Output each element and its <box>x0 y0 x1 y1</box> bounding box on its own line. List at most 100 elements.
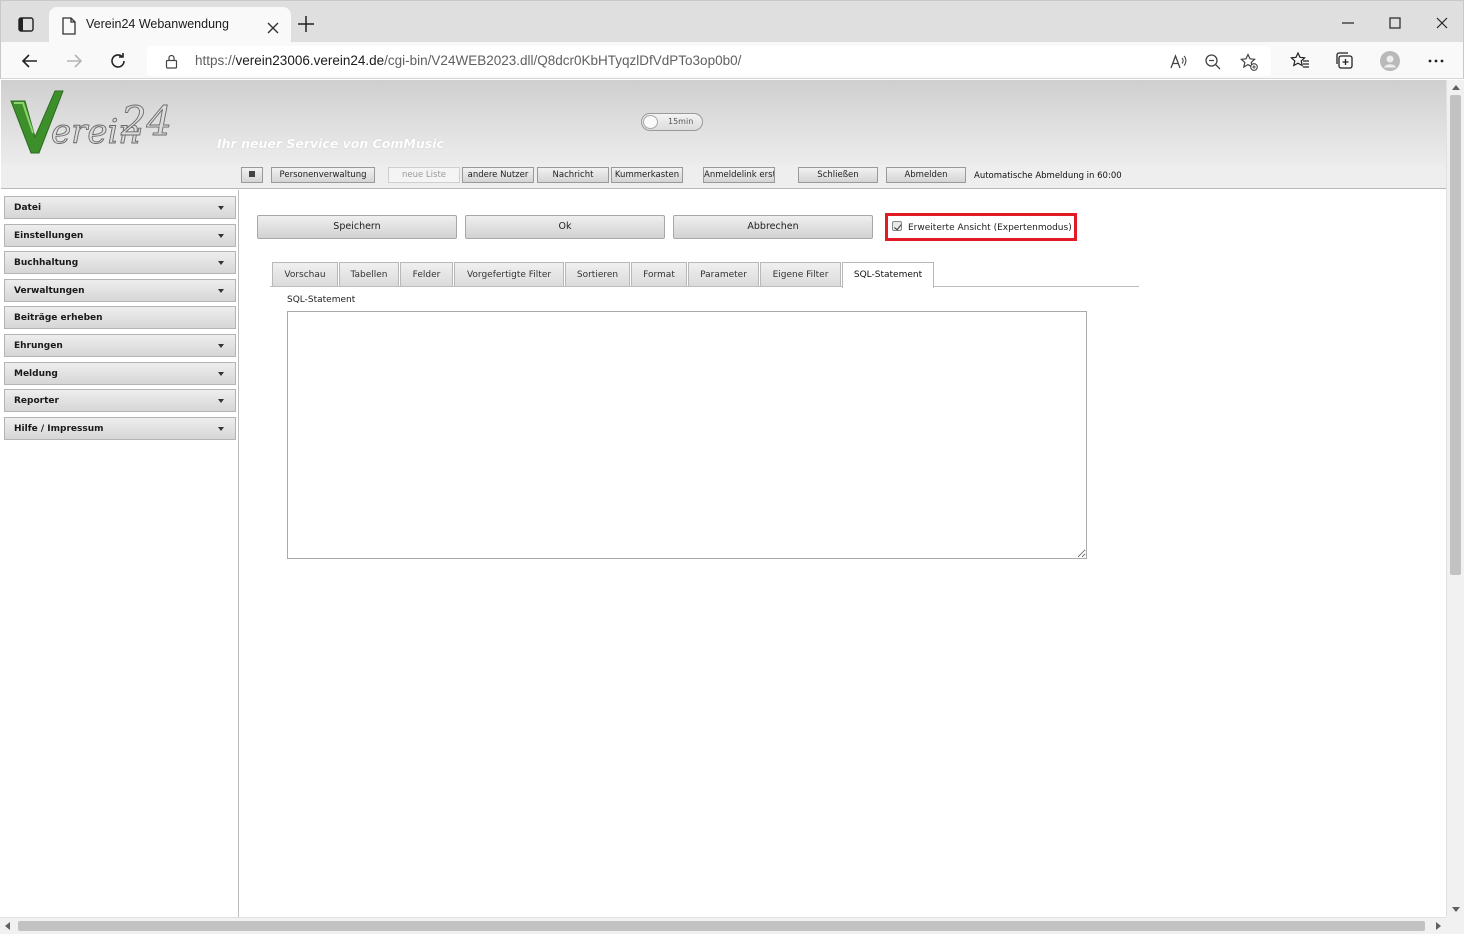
sidebar-item-label: Verwaltungen <box>14 286 85 296</box>
url-text: https://verein23006.verein24.de/cgi-bin/… <box>195 53 741 68</box>
tab-format[interactable]: Format <box>631 262 687 287</box>
sidebar-item-ehrungen[interactable]: Ehrungen <box>4 334 236 357</box>
minimize-icon[interactable] <box>1341 15 1355 29</box>
url-host: verein23006.verein24.de <box>235 53 385 68</box>
sidebar-item-verwaltungen[interactable]: Verwaltungen <box>4 279 236 302</box>
close-tab-icon[interactable] <box>267 19 279 34</box>
sidebar-item-einstellungen[interactable]: Einstellungen <box>4 224 236 247</box>
profile-avatar-icon[interactable] <box>1380 51 1400 71</box>
sidebar-item-hilfe-impressum[interactable]: Hilfe / Impressum <box>4 417 236 440</box>
timer-label: 15min <box>668 117 694 126</box>
sql-statement-input[interactable] <box>287 311 1087 559</box>
sidebar-item-label: Datei <box>14 203 42 213</box>
tab-sortieren[interactable]: Sortieren <box>565 262 630 287</box>
tab-felder[interactable]: Felder <box>400 262 453 287</box>
anmeldelink-button[interactable]: Anmeldelink erst <box>703 167 775 183</box>
url-path: /cgi-bin/V24WEB2023.dll/Q8dcr0KbHTyqzlDf… <box>384 53 742 68</box>
scroll-down-icon[interactable] <box>1452 907 1460 912</box>
close-window-icon[interactable] <box>1435 15 1449 29</box>
address-bar: https://verein23006.verein24.de/cgi-bin/… <box>0 42 1464 79</box>
square-icon <box>249 170 255 177</box>
horizontal-scrollbar[interactable] <box>0 917 1446 934</box>
caret-down-icon <box>218 206 224 210</box>
sidebar-item-label: Ehrungen <box>14 341 63 351</box>
speichern-button[interactable]: Speichern <box>257 215 457 239</box>
horizontal-scroll-thumb[interactable] <box>18 921 1425 931</box>
abmelden-button[interactable]: Abmelden <box>886 167 966 183</box>
more-menu-icon[interactable] <box>1426 51 1446 71</box>
sidebar-item-label: Beiträge erheben <box>14 313 103 323</box>
tab-parameter[interactable]: Parameter <box>688 262 759 287</box>
lock-icon[interactable] <box>165 54 178 69</box>
maximize-icon[interactable] <box>1388 15 1402 29</box>
sidebar-item-label: Reporter <box>14 396 59 406</box>
collections-icon[interactable] <box>1335 51 1355 71</box>
svg-text:24: 24 <box>120 99 172 145</box>
caret-down-icon <box>218 344 224 348</box>
back-arrow-icon[interactable] <box>20 51 40 71</box>
app-header: erein 24 Ihr neuer Service von ComMusic … <box>1 80 1446 165</box>
verein24-logo: erein 24 <box>9 85 189 160</box>
expert-mode-option[interactable]: Erweiterte Ansicht (Expertenmodus) <box>885 213 1077 241</box>
sidebar-item-label: Hilfe / Impressum <box>14 424 104 434</box>
menu-toggle-button[interactable] <box>241 167 263 183</box>
scrollbar-corner <box>1446 917 1464 934</box>
session-timer-toggle[interactable]: 15min <box>641 113 703 131</box>
caret-down-icon <box>218 372 224 376</box>
sidebar-item-meldung[interactable]: Meldung <box>4 362 236 385</box>
new-tab-icon[interactable] <box>297 15 315 33</box>
forward-arrow-icon[interactable] <box>64 51 84 71</box>
sidebar-item-label: Buchhaltung <box>14 258 79 268</box>
neue-liste-button[interactable]: neue Liste <box>388 167 460 183</box>
tab-vorschau[interactable]: Vorschau <box>272 262 338 287</box>
vertical-scrollbar[interactable] <box>1446 80 1464 917</box>
main-toolbar: Personenverwaltung neue Liste andere Nut… <box>1 165 1446 189</box>
nachricht-button[interactable]: Nachricht <box>537 167 609 183</box>
reload-icon[interactable] <box>108 51 128 71</box>
sidebar-item-beitraege-erheben[interactable]: Beiträge erheben <box>4 306 236 329</box>
scroll-right-icon[interactable] <box>1436 922 1441 930</box>
add-favorite-icon[interactable] <box>1240 53 1258 71</box>
toggle-knob <box>643 115 658 129</box>
sidebar-item-label: Meldung <box>14 369 58 379</box>
tab-tabellen[interactable]: Tabellen <box>339 262 399 287</box>
caret-down-icon <box>218 234 224 238</box>
sidebar: Datei Einstellungen Buchhaltung Verwaltu… <box>1 190 239 917</box>
main-content: Speichern Ok Abbrechen Erweiterte Ansich… <box>240 190 1446 917</box>
kummerkasten-button[interactable]: Kummerkasten <box>611 167 683 183</box>
sidebar-item-datei[interactable]: Datei <box>4 196 236 219</box>
tab-actions-icon[interactable] <box>13 13 39 37</box>
sidebar-item-label: Einstellungen <box>14 231 84 241</box>
scroll-left-icon[interactable] <box>5 922 10 930</box>
url-field[interactable]: https://verein23006.verein24.de/cgi-bin/… <box>147 46 1271 76</box>
sql-statement-label: SQL-Statement <box>287 295 356 305</box>
zoom-out-icon[interactable] <box>1204 53 1222 71</box>
caret-down-icon <box>218 399 224 403</box>
caret-down-icon <box>218 427 224 431</box>
read-aloud-icon[interactable] <box>1169 53 1187 71</box>
caret-down-icon <box>218 289 224 293</box>
caret-down-icon <box>218 261 224 265</box>
favorites-icon[interactable] <box>1290 51 1310 71</box>
url-prefix: https:// <box>195 53 236 68</box>
browser-tab-title: Verein24 Webanwendung <box>86 17 229 31</box>
scroll-up-icon[interactable] <box>1452 85 1460 90</box>
tab-strip-divider <box>270 286 1139 287</box>
abbrechen-button[interactable]: Abbrechen <box>673 215 873 239</box>
browser-tab-bar: Verein24 Webanwendung <box>0 0 1464 44</box>
browser-tab[interactable]: Verein24 Webanwendung <box>49 7 291 44</box>
sidebar-item-reporter[interactable]: Reporter <box>4 389 236 412</box>
tagline: Ihr neuer Service von ComMusic <box>217 136 444 151</box>
sidebar-item-buchhaltung[interactable]: Buchhaltung <box>4 251 236 274</box>
tab-sql-statement[interactable]: SQL-Statement <box>842 262 934 288</box>
schliessen-button[interactable]: Schließen <box>798 167 878 183</box>
personenverwaltung-button[interactable]: Personenverwaltung <box>271 167 375 183</box>
ok-button[interactable]: Ok <box>465 215 665 239</box>
andere-nutzer-button[interactable]: andere Nutzer <box>462 167 534 183</box>
auto-logout-text: Automatische Abmeldung in 60:00 <box>974 171 1122 181</box>
expert-mode-label: Erweiterte Ansicht (Expertenmodus) <box>908 223 1072 233</box>
expert-mode-checkbox[interactable] <box>892 221 902 231</box>
tab-vorgefertigte-filter[interactable]: Vorgefertigte Filter <box>454 262 564 287</box>
tab-eigene-filter[interactable]: Eigene Filter <box>760 262 841 287</box>
vertical-scroll-thumb[interactable] <box>1450 95 1461 575</box>
